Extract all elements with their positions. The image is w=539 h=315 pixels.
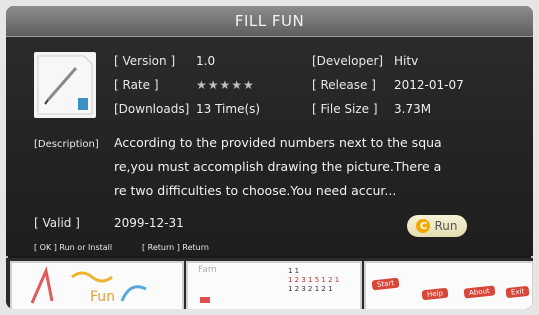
screenshot-strip: Fun Fam 1 1 1 2 3 1 5 1 2 1 1 2 3 2 1 2 … <box>6 258 533 309</box>
valid-label: [ Valid ] <box>34 216 80 230</box>
release-value: 2012-01-07 <box>394 78 464 92</box>
description-line: According to the provided numbers next t… <box>114 135 442 150</box>
heart-shape <box>200 297 210 303</box>
developer-label: [Developer] <box>312 54 384 68</box>
release-label: [ Release ] <box>312 78 376 92</box>
start-pill: Start <box>371 277 400 291</box>
screenshot-thumbnail[interactable]: Start Help About Exit <box>364 261 533 309</box>
rate-label: [ Rate ] <box>114 78 159 92</box>
return-hint: [ Return ] Return <box>142 243 209 252</box>
dialog-title: FILL FUN <box>6 6 533 37</box>
run-button[interactable]: C Run <box>407 215 467 237</box>
help-pill: Help <box>421 287 449 301</box>
version-label: [ Version ] <box>114 54 176 68</box>
rating-stars: ★★★★★ <box>196 78 255 92</box>
filesize-value: 3.73M <box>394 102 432 116</box>
valid-value: 2099-12-31 <box>114 216 184 230</box>
filesize-label: [ File Size ] <box>312 102 378 116</box>
thumbnail-title: Fam <box>198 265 217 275</box>
puzzle-numbers: 1 1 <box>288 267 300 275</box>
downloads-value: 13 Time(s) <box>196 102 261 116</box>
version-value: 1.0 <box>196 54 216 68</box>
app-detail-dialog: FILL FUN [ Version ] 1.0 [Developer] Hit… <box>6 6 533 256</box>
tv-frame: FILL FUN [ Version ] 1.0 [Developer] Hit… <box>6 6 533 309</box>
developer-value: Hitv <box>394 54 419 68</box>
downloads-label: [Downloads] <box>114 102 190 116</box>
ok-hint: [ OK ] Run or Install <box>34 243 113 252</box>
about-pill: About <box>463 285 496 299</box>
puzzle-numbers: 1 2 3 1 5 1 2 1 <box>288 276 340 284</box>
exit-pill: Exit <box>505 285 530 299</box>
screenshot-thumbnail[interactable]: Fun <box>10 261 184 309</box>
description-line: re two difficulties to choose.You need a… <box>114 183 397 198</box>
pencil-document-icon <box>34 52 96 118</box>
description-label: [Description] <box>34 139 99 150</box>
description-line: re,you must accomplish drawing the pictu… <box>114 159 442 174</box>
c-run-icon: C <box>416 219 431 233</box>
screenshot-thumbnail[interactable]: Fam 1 1 1 2 3 1 5 1 2 1 1 2 3 2 1 2 1 <box>186 261 362 309</box>
thumbnail-title: Fun <box>90 289 116 305</box>
run-button-label: Run <box>434 219 458 233</box>
puzzle-numbers: 1 2 3 2 1 2 1 <box>288 285 333 293</box>
dialog-title-text: FILL FUN <box>234 12 305 30</box>
